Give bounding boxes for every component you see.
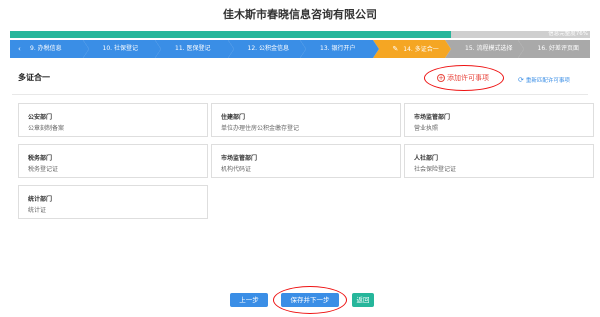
rematch-label: 重新匹配许可事项 <box>525 78 570 84</box>
card-cert: 机构代码证 <box>221 166 252 173</box>
step-label: 14. 多证合一 <box>403 46 439 53</box>
divider <box>12 94 588 95</box>
rematch-permits-button[interactable]: ⟳ 重新匹配许可事项 <box>518 76 570 84</box>
card-dept: 住建部门 <box>221 114 246 121</box>
card-dept: 人社部门 <box>414 155 439 162</box>
back-button[interactable]: 返回 <box>352 293 374 307</box>
card-cert: 税务登记证 <box>28 166 59 173</box>
card-cert: 社会保险登记证 <box>414 166 457 173</box>
cert-card-market-org-code: 市场监管部门 机构代码证 <box>211 144 401 178</box>
progress-fill <box>10 31 451 38</box>
completeness-progress-bar <box>10 31 590 38</box>
step-15-process-mode[interactable]: 15. 流程模式选择 <box>445 40 523 58</box>
step-navigation: ‹ 9. 办税信息 10. 社保登记 11. 医保登记 12. 公积金信息 13… <box>10 40 590 58</box>
annotation-circle-save <box>273 286 347 314</box>
step-11-medical-insurance[interactable]: 11. 医保登记 <box>155 40 233 58</box>
card-dept: 市场监管部门 <box>221 155 258 162</box>
card-cert: 公章刻制备案 <box>28 125 65 132</box>
step-label: 15. 流程模式选择 <box>465 45 513 52</box>
step-9-tax-info[interactable]: ‹ 9. 办税信息 <box>10 40 88 58</box>
cert-card-market-business-license: 市场监管部门 营业执照 <box>404 103 594 137</box>
card-dept: 税务部门 <box>28 155 53 162</box>
step-label: 11. 医保登记 <box>175 45 211 52</box>
cert-card-statistics: 统计部门 统计证 <box>18 185 208 219</box>
card-cert: 统计证 <box>28 207 47 214</box>
step-label: 9. 办税信息 <box>30 45 62 52</box>
cert-card-hr-social: 人社部门 社会保险登记证 <box>404 144 594 178</box>
cert-card-tax: 税务部门 税务登记证 <box>18 144 208 178</box>
step-12-housing-fund[interactable]: 12. 公积金信息 <box>227 40 306 58</box>
step-16-review-page[interactable]: 16. 好差评页面 <box>517 40 590 58</box>
step-13-bank-account[interactable]: 13. 银行开户 <box>300 40 378 58</box>
chevron-left-icon[interactable]: ‹ <box>18 40 21 58</box>
section-title: 多证合一 <box>18 73 50 82</box>
card-dept: 市场监管部门 <box>414 114 451 121</box>
card-cert: 单位办理住房公积金缴存登记 <box>221 125 300 132</box>
page-title: 佳木斯市春晓信息咨询有限公司 <box>223 8 377 21</box>
step-label: 12. 公积金信息 <box>247 45 289 52</box>
step-10-social-security[interactable]: 10. 社保登记 <box>82 40 161 58</box>
card-cert: 营业执照 <box>414 125 439 132</box>
step-label: 10. 社保登记 <box>102 45 138 52</box>
prev-step-button[interactable]: 上一步 <box>230 293 268 307</box>
annotation-circle-add <box>424 65 504 91</box>
step-label: 16. 好差评页面 <box>537 45 579 52</box>
pencil-icon: ✎ <box>392 45 399 53</box>
card-dept: 统计部门 <box>28 196 53 203</box>
step-14-multi-cert[interactable]: ✎ 14. 多证合一 <box>372 40 451 58</box>
progress-label: 信息完整度76% <box>548 31 588 37</box>
card-dept: 公安部门 <box>28 114 53 121</box>
refresh-icon: ⟳ <box>518 76 524 84</box>
cert-card-public-security: 公安部门 公章刻制备案 <box>18 103 208 137</box>
cert-card-housing: 住建部门 单位办理住房公积金缴存登记 <box>211 103 401 137</box>
step-label: 13. 银行开户 <box>320 45 356 52</box>
